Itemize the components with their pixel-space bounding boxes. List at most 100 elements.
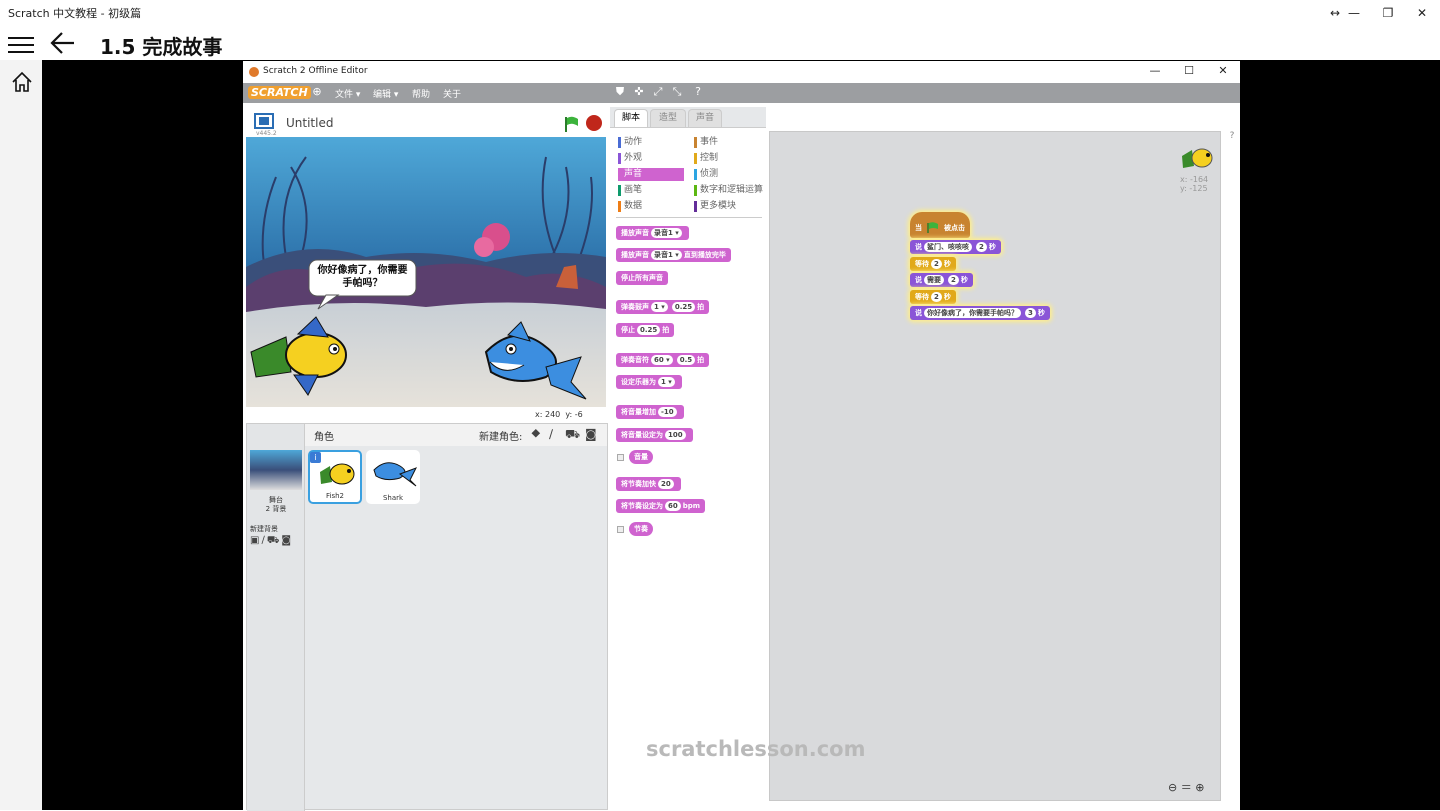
category-motion[interactable]: 动作 [618, 136, 642, 149]
block-input[interactable]: 60 [665, 501, 681, 511]
block-input[interactable]: 3 [1025, 308, 1036, 318]
new-backdrop-tools[interactable]: ▣∕⛟◙ [250, 535, 293, 548]
palette-block[interactable]: 停止 0.25 拍 [616, 323, 675, 337]
script-block[interactable]: 说需要 2 秒 [910, 273, 973, 287]
zoom-out-icon[interactable]: ⊖ [1168, 781, 1177, 794]
tab-scripts[interactable]: 脚本 [614, 109, 648, 127]
block-input[interactable]: 20 [658, 479, 674, 489]
block-input[interactable]: 2 [976, 242, 987, 252]
category-operators[interactable]: 数字和逻辑运算 [694, 184, 763, 197]
menu-edit[interactable]: 编辑 ▾ [373, 87, 398, 100]
restore-button[interactable]: ❐ [1371, 0, 1405, 26]
palette-block[interactable]: 弹奏音符 60 ▾ 0.5 拍 [616, 353, 710, 367]
palette-block[interactable]: 将节奏设定为 60 bpm [616, 499, 706, 513]
duplicate-stamp-icon[interactable]: ⛊ [614, 86, 626, 98]
block-input[interactable]: 0.25 [637, 325, 661, 335]
palette-block[interactable]: 将节奏加快 20 [616, 477, 681, 491]
editor-minimize-button[interactable]: — [1145, 64, 1165, 77]
stage-backdrop-count: 2 背景 [265, 505, 287, 513]
block-label: 秒 [943, 293, 951, 301]
green-flag-icon[interactable] [562, 115, 580, 133]
back-arrow-icon[interactable] [48, 30, 78, 56]
palette-block[interactable]: 停止所有声音 [616, 271, 668, 285]
script-block[interactable]: 说鲨门、咳咳咳 2 秒 [910, 240, 1001, 254]
editor-close-button[interactable]: ✕ [1213, 64, 1233, 77]
palette-block[interactable]: 播放声音 录音1 ▾ [616, 226, 689, 240]
block-input[interactable]: 2 [931, 259, 942, 269]
shrink-icon[interactable]: ⤡ [671, 86, 683, 98]
category-sound[interactable]: 声音 [618, 168, 684, 181]
palette-block[interactable]: 节奏 [629, 522, 653, 536]
sprite-card-shark[interactable]: Shark [366, 450, 420, 504]
category-pen[interactable]: 画笔 [618, 184, 642, 197]
paint-sprite-icon[interactable]: ∕ [549, 427, 553, 441]
close-button[interactable]: ✕ [1405, 0, 1439, 26]
help-tab-icon[interactable]: ? [1225, 131, 1239, 147]
editor-maximize-button[interactable]: ☐ [1179, 64, 1199, 77]
delete-cut-icon[interactable]: ✜ [633, 86, 645, 98]
choose-sprite-icon[interactable]: ⯁ [531, 427, 541, 442]
block-input[interactable]: 你好像病了，你需要手帕吗？ [924, 308, 1021, 318]
tab-sounds[interactable]: 声音 [688, 109, 722, 127]
category-sensing[interactable]: 侦测 [694, 168, 718, 181]
zoom-in-icon[interactable]: ⊕ [1195, 781, 1204, 794]
block-input[interactable]: 1 ▾ [658, 377, 675, 387]
sprite-card-fish2[interactable]: i Fish2 [308, 450, 362, 504]
stop-sign-icon[interactable] [586, 115, 602, 131]
category-more-blocks[interactable]: 更多模块 [694, 200, 736, 213]
block-input[interactable]: 鲨门、咳咳咳 [924, 242, 972, 252]
palette-block[interactable]: 弹奏鼓声 1 ▾ 0.25 拍 [616, 300, 710, 314]
block-input[interactable]: 录音1 ▾ [651, 228, 682, 238]
tab-costumes[interactable]: 造型 [650, 109, 686, 127]
block-label: 将音量设定为 [621, 431, 663, 439]
category-data[interactable]: 数据 [618, 200, 642, 213]
project-title[interactable]: Untitled [286, 116, 333, 130]
block-input[interactable]: 60 ▾ [651, 355, 673, 365]
block-input[interactable]: 0.5 [676, 355, 696, 365]
stage-canvas[interactable]: 你好像病了，你需要手帕吗？ [246, 137, 606, 407]
globe-icon[interactable]: ⊕ [311, 86, 323, 98]
camera-icon[interactable]: ◙ [585, 427, 597, 441]
home-icon[interactable] [10, 70, 34, 94]
sprite-pane: 舞台 2 背景 新建背景 ▣∕⛟◙ 角色 新建角色: ⯁ ∕ ⛟ ◙ i Fis… [246, 423, 608, 811]
block-input[interactable]: 2 [931, 292, 942, 302]
palette-block[interactable]: 播放声音 录音1 ▾ 直到播放完毕 [616, 248, 731, 262]
blocks-panel: 脚本 造型 声音 动作 外观 声音 画笔 数据 事件 控制 侦测 数字和逻辑运算… [610, 107, 766, 810]
monitor-checkbox[interactable] [617, 526, 624, 533]
block-input[interactable]: 100 [665, 430, 686, 440]
category-looks[interactable]: 外观 [618, 152, 642, 165]
sprites-label: 角色 [314, 432, 334, 443]
palette-block[interactable]: 将音量设定为 100 [616, 428, 693, 442]
script-block[interactable]: 说你好像病了，你需要手帕吗？ 3 秒 [910, 306, 1050, 320]
block-input[interactable]: 0.25 [671, 302, 696, 312]
category-control[interactable]: 控制 [694, 152, 718, 165]
block-input[interactable]: 录音1 ▾ [651, 250, 682, 260]
palette-block[interactable]: 设定乐器为 1 ▾ [616, 375, 682, 389]
block-input[interactable]: 需要 [924, 275, 944, 285]
category-events[interactable]: 事件 [694, 136, 718, 149]
block-input[interactable]: -10 [658, 407, 677, 417]
hamburger-menu-icon[interactable] [8, 34, 34, 53]
palette-block[interactable]: 将音量增加 -10 [616, 405, 684, 419]
block-input[interactable]: 1 ▾ [651, 302, 668, 312]
monitor-checkbox[interactable] [617, 454, 624, 461]
app-header: 1.5 完成故事 [0, 26, 1440, 60]
script-block[interactable]: 等待 2 秒 [910, 257, 956, 271]
block-input[interactable]: 2 [948, 275, 959, 285]
script-block[interactable]: 等待 2 秒 [910, 290, 956, 304]
menu-file[interactable]: 文件 ▾ [335, 87, 360, 100]
zoom-reset-icon[interactable]: ＝ [1181, 781, 1192, 794]
upload-sprite-icon[interactable]: ⛟ [565, 427, 580, 443]
script-area[interactable]: x: -164 y: -125 当被点击说鲨门、咳咳咳 2 秒等待 2 秒说需要 2 秒等待… [769, 131, 1221, 801]
minimize-button[interactable]: — [1337, 0, 1371, 26]
when-flag-clicked-hat[interactable]: 当 被点击 [910, 212, 970, 238]
help-icon[interactable]: ? [692, 86, 704, 98]
menu-about[interactable]: 关于 [443, 87, 461, 100]
speech-bubble-text: 你好像病了，你需要手帕吗？ [317, 265, 408, 289]
grow-icon[interactable]: ⤢ [652, 86, 664, 98]
presentation-mode-icon[interactable] [254, 113, 274, 129]
menu-help[interactable]: 帮助 [412, 87, 430, 100]
stage-panel: v445.2 Untitled 你好像病了，你需要手帕吗？ x: 240 y: … [246, 107, 608, 811]
palette-block[interactable]: 音量 [629, 450, 653, 464]
stage-thumbnail[interactable] [250, 450, 302, 490]
